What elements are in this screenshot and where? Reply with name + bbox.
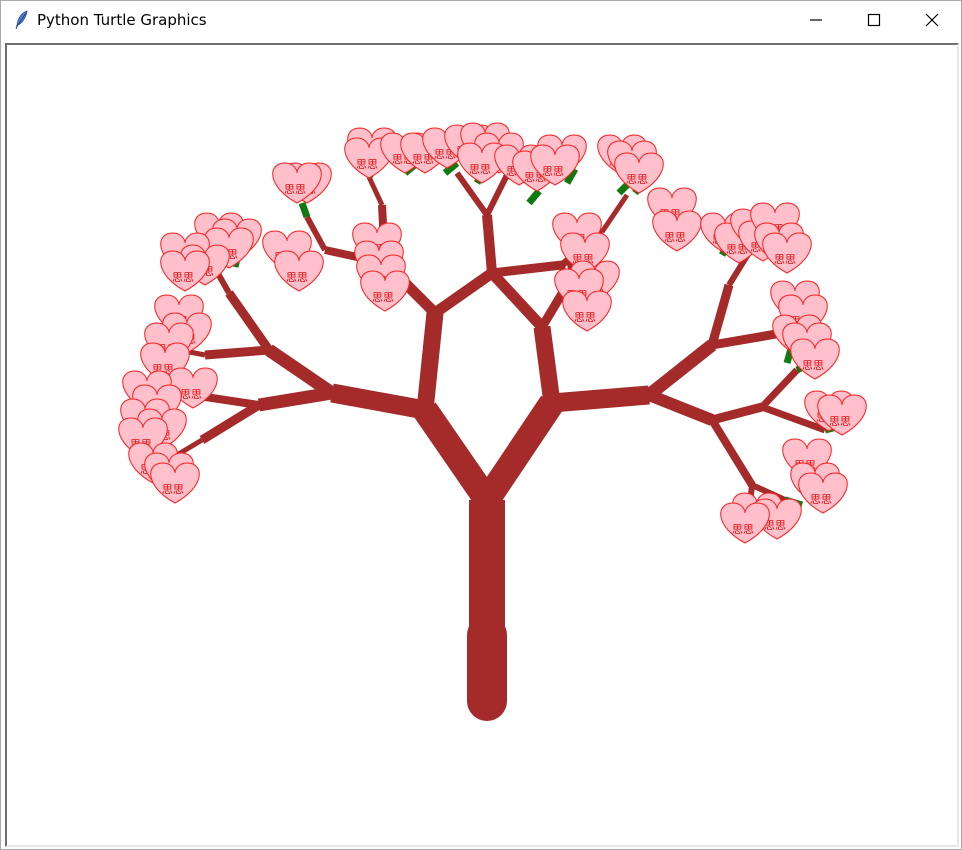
maximize-button[interactable]: [845, 1, 903, 39]
tree-branch: [759, 367, 800, 410]
blossom-label: 思思: [372, 291, 394, 304]
tree-branch: [482, 214, 497, 274]
green-twig: [526, 188, 542, 206]
tree-branch: [707, 283, 734, 347]
tree-branch: [204, 345, 270, 360]
turtle-canvas-frame: 思思 思思 思思 思思 思思 思思 思思 思思 思思 思思 思思 思思 思思 思思 思思 思思 思思 思思 思思 思思…: [5, 43, 959, 847]
tree-branch: [225, 290, 273, 353]
tree-branch: [330, 383, 427, 420]
tree-branch: [476, 395, 563, 508]
title-bar[interactable]: Python Turtle Graphics: [1, 1, 961, 39]
tree-branch: [257, 386, 334, 412]
blossom-label: 思思: [664, 231, 686, 244]
tree-branch: [491, 260, 563, 278]
close-icon: [925, 13, 939, 27]
window-title: Python Turtle Graphics: [37, 11, 207, 29]
tree-branch: [416, 312, 444, 411]
blossom-label: 思思: [469, 163, 491, 176]
turtle-canvas[interactable]: 思思思思 思思思思 思思思思思思思思思思思思 思思思思思思思思思思思思思思思思思思思思…: [7, 45, 957, 845]
tree-branch: [599, 193, 630, 234]
tree-branch: [487, 269, 547, 331]
tree-branch: [366, 175, 385, 207]
blossom-label: 思思: [180, 388, 202, 401]
blossom-label: 思思: [732, 523, 754, 536]
tree-branch: [431, 268, 496, 318]
tree-branch: [414, 402, 498, 508]
minimize-icon: [810, 19, 822, 21]
tree-branch: [711, 328, 783, 350]
tree-branch: [199, 401, 262, 444]
blossom-label: 思思: [574, 311, 596, 324]
tree-branch: [533, 325, 561, 405]
blossom-label: 思思: [810, 493, 832, 506]
blossom-label: 思思: [829, 415, 851, 428]
blossom-label: 思思: [356, 158, 378, 171]
green-twig: [298, 201, 311, 219]
maximize-icon: [867, 13, 881, 27]
blossom-label: 思思: [286, 271, 308, 284]
blossom-label: 思思: [284, 183, 306, 196]
feather-icon: [13, 10, 31, 30]
blossom-label: 思思: [802, 359, 824, 372]
blossom-label: 思思: [162, 483, 184, 496]
blossom-label: 思思: [542, 165, 564, 178]
tree-branch: [708, 417, 756, 488]
tree-branch: [644, 339, 717, 401]
blossom-label: 思思: [172, 271, 194, 284]
blossom-label: 思思: [774, 253, 796, 266]
tree-branch: [551, 385, 650, 413]
blossom-label: 思思: [626, 173, 648, 186]
tree-branch: [646, 389, 715, 426]
minimize-button[interactable]: [787, 1, 845, 39]
close-button[interactable]: [903, 1, 961, 39]
tree-branch: [710, 402, 764, 425]
tree-branch: [484, 173, 510, 217]
tree-branch: [265, 344, 336, 399]
turtle-window: Python Turtle Graphics 思思 思思 思思 思思 思思 思思 思思 思思思…: [0, 0, 962, 850]
